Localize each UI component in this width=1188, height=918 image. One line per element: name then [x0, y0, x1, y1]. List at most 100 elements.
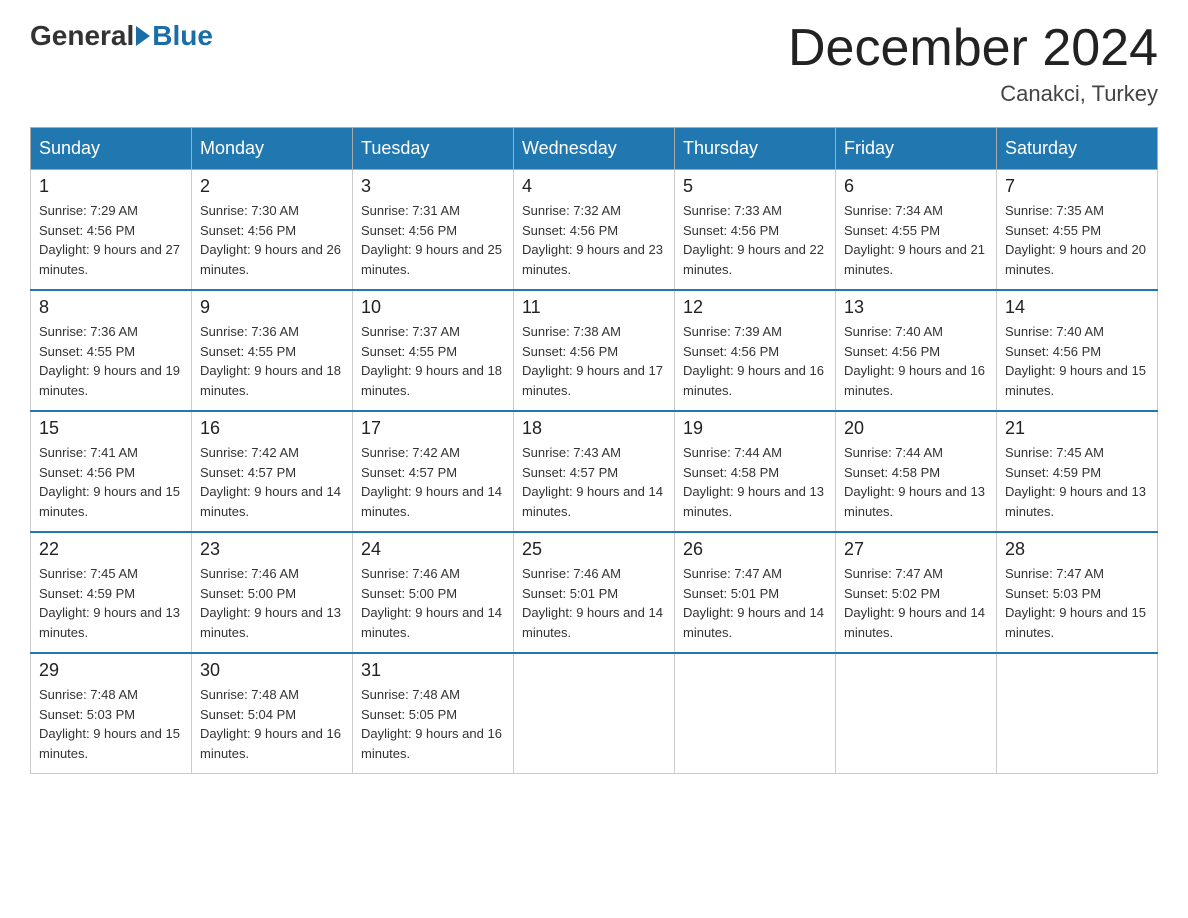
day-info: Sunrise: 7:39 AMSunset: 4:56 PMDaylight:…: [683, 322, 827, 400]
day-info: Sunrise: 7:35 AMSunset: 4:55 PMDaylight:…: [1005, 201, 1149, 279]
day-number: 20: [844, 418, 988, 439]
day-info: Sunrise: 7:37 AMSunset: 4:55 PMDaylight:…: [361, 322, 505, 400]
calendar-day-cell: 2 Sunrise: 7:30 AMSunset: 4:56 PMDaylight…: [192, 170, 353, 291]
day-number: 17: [361, 418, 505, 439]
day-info: Sunrise: 7:41 AMSunset: 4:56 PMDaylight:…: [39, 443, 183, 521]
day-number: 16: [200, 418, 344, 439]
day-info: Sunrise: 7:48 AMSunset: 5:04 PMDaylight:…: [200, 685, 344, 763]
day-number: 7: [1005, 176, 1149, 197]
day-number: 30: [200, 660, 344, 681]
calendar-week-row: 29 Sunrise: 7:48 AMSunset: 5:03 PMDayligh…: [31, 653, 1158, 774]
logo-arrow-icon: [136, 26, 150, 46]
day-info: Sunrise: 7:46 AMSunset: 5:00 PMDaylight:…: [361, 564, 505, 642]
calendar-day-cell: 16 Sunrise: 7:42 AMSunset: 4:57 PMDayligh…: [192, 411, 353, 532]
calendar-day-cell: 15 Sunrise: 7:41 AMSunset: 4:56 PMDayligh…: [31, 411, 192, 532]
calendar-day-cell: 31Sunrise: 7:48 AMSunset: 5:05 PMDayligh…: [353, 653, 514, 774]
calendar-day-cell: 24Sunrise: 7:46 AMSunset: 5:00 PMDayligh…: [353, 532, 514, 653]
logo-blue: Blue: [152, 20, 213, 52]
calendar-day-cell: 10 Sunrise: 7:37 AMSunset: 4:55 PMDayligh…: [353, 290, 514, 411]
day-number: 6: [844, 176, 988, 197]
day-info: Sunrise: 7:44 AMSunset: 4:58 PMDaylight:…: [844, 443, 988, 521]
day-number: 27: [844, 539, 988, 560]
title-container: December 2024 Canakci, Turkey: [788, 20, 1158, 107]
col-header-friday: Friday: [836, 128, 997, 170]
calendar-week-row: 8Sunrise: 7:36 AMSunset: 4:55 PMDaylight…: [31, 290, 1158, 411]
day-info: Sunrise: 7:30 AMSunset: 4:56 PMDaylight:…: [200, 201, 344, 279]
day-number: 9: [200, 297, 344, 318]
day-info: Sunrise: 7:47 AMSunset: 5:01 PMDaylight:…: [683, 564, 827, 642]
calendar-day-cell: 9Sunrise: 7:36 AMSunset: 4:55 PMDaylight…: [192, 290, 353, 411]
day-number: 21: [1005, 418, 1149, 439]
calendar-day-cell: 4 Sunrise: 7:32 AMSunset: 4:56 PMDaylight…: [514, 170, 675, 291]
day-number: 18: [522, 418, 666, 439]
calendar-day-cell: [997, 653, 1158, 774]
calendar-day-cell: 14 Sunrise: 7:40 AMSunset: 4:56 PMDayligh…: [997, 290, 1158, 411]
calendar-day-cell: 12 Sunrise: 7:39 AMSunset: 4:56 PMDayligh…: [675, 290, 836, 411]
day-info: Sunrise: 7:40 AMSunset: 4:56 PMDaylight:…: [1005, 322, 1149, 400]
calendar-header-row: SundayMondayTuesdayWednesdayThursdayFrid…: [31, 128, 1158, 170]
day-number: 31: [361, 660, 505, 681]
day-number: 12: [683, 297, 827, 318]
day-number: 1: [39, 176, 183, 197]
day-info: Sunrise: 7:46 AMSunset: 5:00 PMDaylight:…: [200, 564, 344, 642]
calendar-day-cell: [836, 653, 997, 774]
day-number: 29: [39, 660, 183, 681]
day-number: 4: [522, 176, 666, 197]
calendar-day-cell: 21 Sunrise: 7:45 AMSunset: 4:59 PMDayligh…: [997, 411, 1158, 532]
day-number: 8: [39, 297, 183, 318]
day-info: Sunrise: 7:45 AMSunset: 4:59 PMDaylight:…: [39, 564, 183, 642]
day-number: 15: [39, 418, 183, 439]
calendar-week-row: 15 Sunrise: 7:41 AMSunset: 4:56 PMDayligh…: [31, 411, 1158, 532]
location-title: Canakci, Turkey: [788, 81, 1158, 107]
col-header-sunday: Sunday: [31, 128, 192, 170]
day-info: Sunrise: 7:29 AMSunset: 4:56 PMDaylight:…: [39, 201, 183, 279]
calendar-day-cell: 20 Sunrise: 7:44 AMSunset: 4:58 PMDayligh…: [836, 411, 997, 532]
day-number: 25: [522, 539, 666, 560]
calendar-day-cell: 22 Sunrise: 7:45 AMSunset: 4:59 PMDayligh…: [31, 532, 192, 653]
day-number: 2: [200, 176, 344, 197]
col-header-saturday: Saturday: [997, 128, 1158, 170]
calendar-day-cell: [675, 653, 836, 774]
calendar-table: SundayMondayTuesdayWednesdayThursdayFrid…: [30, 127, 1158, 774]
col-header-thursday: Thursday: [675, 128, 836, 170]
calendar-day-cell: 17 Sunrise: 7:42 AMSunset: 4:57 PMDayligh…: [353, 411, 514, 532]
col-header-monday: Monday: [192, 128, 353, 170]
day-info: Sunrise: 7:31 AMSunset: 4:56 PMDaylight:…: [361, 201, 505, 279]
day-info: Sunrise: 7:40 AMSunset: 4:56 PMDaylight:…: [844, 322, 988, 400]
day-number: 14: [1005, 297, 1149, 318]
day-number: 19: [683, 418, 827, 439]
month-title: December 2024: [788, 20, 1158, 77]
day-number: 13: [844, 297, 988, 318]
calendar-day-cell: 30 Sunrise: 7:48 AMSunset: 5:04 PMDayligh…: [192, 653, 353, 774]
day-number: 5: [683, 176, 827, 197]
day-number: 22: [39, 539, 183, 560]
day-number: 23: [200, 539, 344, 560]
day-info: Sunrise: 7:42 AMSunset: 4:57 PMDaylight:…: [200, 443, 344, 521]
day-number: 26: [683, 539, 827, 560]
calendar-day-cell: 29 Sunrise: 7:48 AMSunset: 5:03 PMDayligh…: [31, 653, 192, 774]
logo: General Blue: [30, 20, 213, 52]
day-info: Sunrise: 7:32 AMSunset: 4:56 PMDaylight:…: [522, 201, 666, 279]
day-info: Sunrise: 7:43 AMSunset: 4:57 PMDaylight:…: [522, 443, 666, 521]
calendar-day-cell: 7 Sunrise: 7:35 AMSunset: 4:55 PMDaylight…: [997, 170, 1158, 291]
calendar-day-cell: 25Sunrise: 7:46 AMSunset: 5:01 PMDayligh…: [514, 532, 675, 653]
calendar-week-row: 1 Sunrise: 7:29 AMSunset: 4:56 PMDaylight…: [31, 170, 1158, 291]
day-number: 11: [522, 297, 666, 318]
day-info: Sunrise: 7:33 AMSunset: 4:56 PMDaylight:…: [683, 201, 827, 279]
day-number: 10: [361, 297, 505, 318]
day-number: 3: [361, 176, 505, 197]
calendar-day-cell: 5 Sunrise: 7:33 AMSunset: 4:56 PMDaylight…: [675, 170, 836, 291]
day-info: Sunrise: 7:45 AMSunset: 4:59 PMDaylight:…: [1005, 443, 1149, 521]
calendar-day-cell: 23 Sunrise: 7:46 AMSunset: 5:00 PMDayligh…: [192, 532, 353, 653]
calendar-week-row: 22 Sunrise: 7:45 AMSunset: 4:59 PMDayligh…: [31, 532, 1158, 653]
day-info: Sunrise: 7:42 AMSunset: 4:57 PMDaylight:…: [361, 443, 505, 521]
calendar-day-cell: 1 Sunrise: 7:29 AMSunset: 4:56 PMDaylight…: [31, 170, 192, 291]
calendar-day-cell: 19 Sunrise: 7:44 AMSunset: 4:58 PMDayligh…: [675, 411, 836, 532]
day-info: Sunrise: 7:44 AMSunset: 4:58 PMDaylight:…: [683, 443, 827, 521]
calendar-day-cell: 27Sunrise: 7:47 AMSunset: 5:02 PMDayligh…: [836, 532, 997, 653]
col-header-tuesday: Tuesday: [353, 128, 514, 170]
day-info: Sunrise: 7:48 AMSunset: 5:03 PMDaylight:…: [39, 685, 183, 763]
day-info: Sunrise: 7:38 AMSunset: 4:56 PMDaylight:…: [522, 322, 666, 400]
col-header-wednesday: Wednesday: [514, 128, 675, 170]
logo-text: General Blue: [30, 20, 213, 52]
